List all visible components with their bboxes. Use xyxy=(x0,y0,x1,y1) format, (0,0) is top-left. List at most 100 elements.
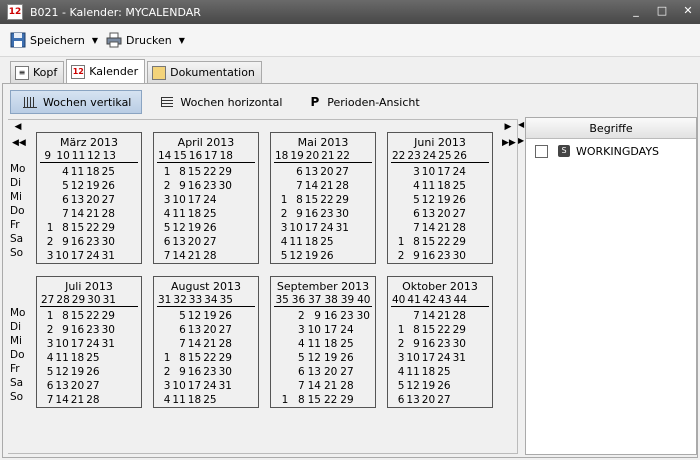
day-cell[interactable]: 20 xyxy=(86,193,101,207)
day-cell[interactable]: 25 xyxy=(203,393,218,407)
day-cell[interactable]: 23 xyxy=(86,323,101,337)
day-cell[interactable]: 13 xyxy=(188,323,203,337)
week-number[interactable]: 18 xyxy=(219,149,234,162)
week-number[interactable]: 42 xyxy=(422,293,437,306)
week-number[interactable]: 28 xyxy=(55,293,70,306)
day-cell[interactable]: 19 xyxy=(203,309,218,323)
day-cell[interactable]: 31 xyxy=(219,379,234,393)
day-cell[interactable]: 15 xyxy=(422,235,437,249)
day-cell[interactable]: 6 xyxy=(406,207,421,221)
day-cell[interactable]: 25 xyxy=(437,365,452,379)
week-number[interactable]: 41 xyxy=(406,293,421,306)
day-cell[interactable]: 27 xyxy=(219,323,234,337)
day-cell[interactable]: 8 xyxy=(406,235,421,249)
day-cell[interactable]: 25 xyxy=(339,337,355,351)
day-cell[interactable]: 25 xyxy=(320,235,335,249)
day-cell[interactable]: 12 xyxy=(172,221,187,235)
day-cell[interactable]: 6 xyxy=(40,379,55,393)
day-cell[interactable]: 2 xyxy=(157,365,172,379)
day-cell[interactable]: 25 xyxy=(203,207,218,221)
day-cell[interactable]: 6 xyxy=(55,193,70,207)
day-cell[interactable]: 18 xyxy=(305,235,320,249)
day-cell[interactable]: 19 xyxy=(86,179,101,193)
day-cell[interactable]: 16 xyxy=(188,179,203,193)
day-cell[interactable]: 8 xyxy=(55,221,70,235)
day-cell[interactable]: 14 xyxy=(71,207,86,221)
day-cell[interactable]: 1 xyxy=(157,351,172,365)
day-cell[interactable]: 25 xyxy=(86,351,101,365)
day-cell[interactable]: 23 xyxy=(86,235,101,249)
next-year-icon[interactable]: ▶▶ xyxy=(502,138,516,148)
week-number[interactable]: 32 xyxy=(172,293,187,306)
splitter-left-icon[interactable]: ◀ xyxy=(518,120,524,129)
day-cell[interactable]: 29 xyxy=(102,221,117,235)
day-cell[interactable]: 6 xyxy=(157,235,172,249)
print-button[interactable]: Drucken ▼ xyxy=(106,28,185,52)
day-cell[interactable]: 30 xyxy=(356,309,372,323)
week-number[interactable]: 24 xyxy=(422,149,437,162)
day-cell[interactable]: 12 xyxy=(188,309,203,323)
day-cell[interactable]: 31 xyxy=(102,337,117,351)
day-cell[interactable]: 12 xyxy=(55,365,70,379)
day-cell[interactable]: 19 xyxy=(437,193,452,207)
chevron-down-icon[interactable]: ▼ xyxy=(179,36,185,45)
day-cell[interactable]: 18 xyxy=(188,393,203,407)
day-cell[interactable]: 17 xyxy=(422,351,437,365)
day-cell[interactable]: 14 xyxy=(188,337,203,351)
day-cell[interactable]: 21 xyxy=(323,379,339,393)
day-cell[interactable]: 26 xyxy=(437,379,452,393)
day-cell[interactable]: 9 xyxy=(406,249,421,263)
day-cell[interactable]: 21 xyxy=(188,249,203,263)
day-cell[interactable]: 23 xyxy=(437,337,452,351)
day-cell[interactable]: 17 xyxy=(188,193,203,207)
day-cell[interactable]: 26 xyxy=(86,365,101,379)
day-cell[interactable]: 3 xyxy=(40,337,55,351)
day-cell[interactable]: 28 xyxy=(453,309,468,323)
day-cell[interactable]: 28 xyxy=(86,393,101,407)
day-cell[interactable]: 3 xyxy=(40,249,55,263)
day-cell[interactable]: 6 xyxy=(172,323,187,337)
day-cell[interactable]: 8 xyxy=(406,323,421,337)
week-number[interactable]: 11 xyxy=(71,149,86,162)
day-cell[interactable]: 21 xyxy=(437,309,452,323)
week-number[interactable]: 30 xyxy=(86,293,101,306)
day-cell[interactable]: 15 xyxy=(307,393,323,407)
week-number[interactable]: 35 xyxy=(274,293,290,306)
day-cell[interactable]: 23 xyxy=(203,365,218,379)
week-number[interactable]: 22 xyxy=(336,149,351,162)
week-number[interactable]: 36 xyxy=(290,293,306,306)
day-cell[interactable]: 22 xyxy=(437,323,452,337)
week-number[interactable]: 18 xyxy=(274,149,289,162)
week-number[interactable]: 26 xyxy=(453,149,468,162)
day-cell[interactable]: 23 xyxy=(339,309,355,323)
day-cell[interactable]: 20 xyxy=(422,393,437,407)
day-cell[interactable]: 29 xyxy=(219,165,234,179)
day-cell[interactable]: 20 xyxy=(320,165,335,179)
day-cell[interactable]: 10 xyxy=(55,249,70,263)
day-cell[interactable]: 26 xyxy=(219,309,234,323)
day-cell[interactable]: 18 xyxy=(323,337,339,351)
day-cell[interactable]: 2 xyxy=(391,337,406,351)
day-cell[interactable]: 19 xyxy=(422,379,437,393)
day-cell[interactable]: 30 xyxy=(453,249,468,263)
day-cell[interactable]: 11 xyxy=(289,235,304,249)
day-cell[interactable]: 31 xyxy=(336,221,351,235)
week-number[interactable]: 19 xyxy=(289,149,304,162)
day-cell[interactable]: 6 xyxy=(391,393,406,407)
day-cell[interactable]: 1 xyxy=(40,309,55,323)
day-cell[interactable]: 13 xyxy=(422,207,437,221)
day-cell[interactable]: 27 xyxy=(203,235,218,249)
list-item[interactable]: S WORKINGDAYS xyxy=(526,142,696,160)
day-cell[interactable]: 26 xyxy=(339,351,355,365)
day-cell[interactable]: 19 xyxy=(305,249,320,263)
week-number[interactable]: 39 xyxy=(339,293,355,306)
day-cell[interactable]: 24 xyxy=(320,221,335,235)
day-cell[interactable]: 17 xyxy=(188,379,203,393)
day-cell[interactable]: 13 xyxy=(305,165,320,179)
day-cell[interactable]: 17 xyxy=(323,323,339,337)
day-cell[interactable]: 1 xyxy=(274,393,290,407)
day-cell[interactable]: 2 xyxy=(40,323,55,337)
day-cell[interactable]: 5 xyxy=(290,351,306,365)
day-cell[interactable]: 21 xyxy=(437,221,452,235)
day-cell[interactable]: 15 xyxy=(188,165,203,179)
